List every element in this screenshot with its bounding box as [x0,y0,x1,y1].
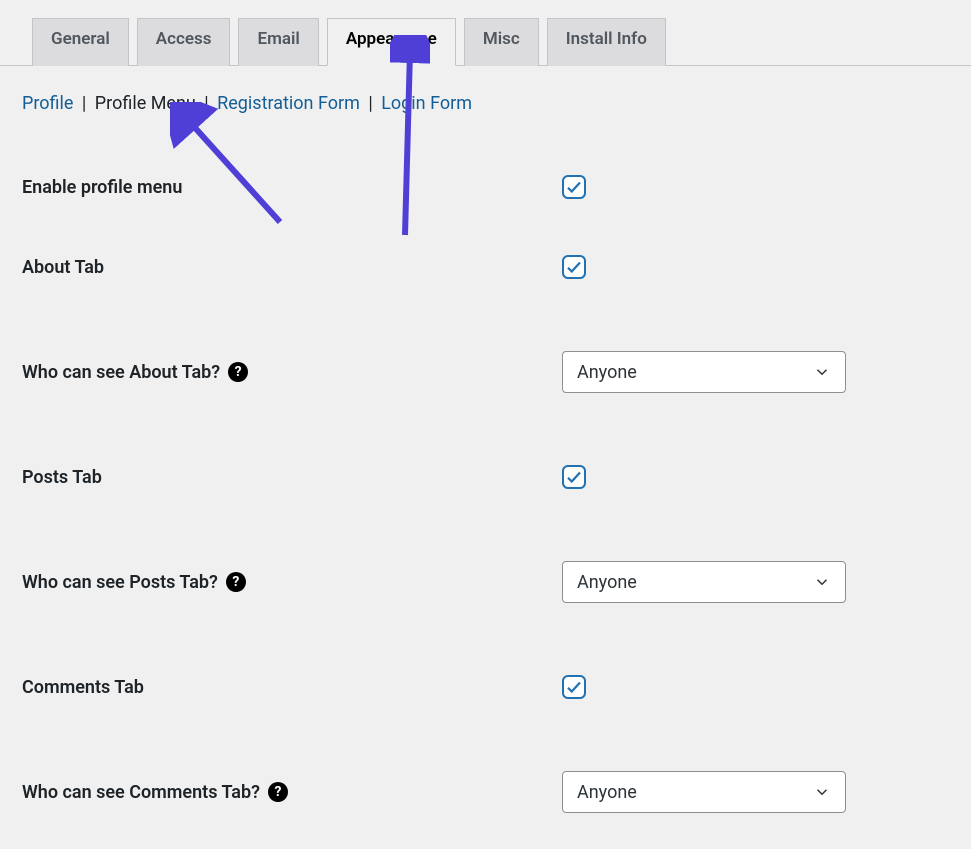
sub-navigation: Profile | Profile Menu | Registration Fo… [0,66,971,115]
check-icon [565,468,583,486]
main-tabs: General Access Email Appearance Misc Ins… [0,0,971,66]
tab-misc[interactable]: Misc [464,18,539,66]
row-who-see-about: Who can see About Tab? ? Anyone [0,315,971,429]
row-comments-tab: Comments Tab [0,639,971,735]
check-icon [565,178,583,196]
row-about-tab: About Tab [0,219,971,315]
help-icon[interactable]: ? [226,572,246,592]
who-see-about-label: Who can see About Tab? [22,362,220,383]
subnav-registration-form[interactable]: Registration Form [217,93,360,114]
who-see-posts-label: Who can see Posts Tab? [22,572,218,593]
row-posts-tab: Posts Tab [0,429,971,525]
who-see-about-value: Anyone [577,362,637,383]
subnav-profile-menu[interactable]: Profile Menu [95,93,196,114]
posts-tab-checkbox[interactable] [562,465,586,489]
separator: | [78,93,90,114]
chevron-down-icon [813,573,831,591]
who-see-posts-value: Anyone [577,572,637,593]
tab-general[interactable]: General [32,18,129,66]
chevron-down-icon [813,783,831,801]
comments-tab-checkbox[interactable] [562,675,586,699]
help-icon[interactable]: ? [228,362,248,382]
check-icon [565,678,583,696]
enable-profile-menu-label: Enable profile menu [22,177,182,198]
check-icon [565,258,583,276]
row-who-see-comments: Who can see Comments Tab? ? Anyone [0,735,971,849]
enable-profile-menu-checkbox[interactable] [562,175,586,199]
separator: | [364,93,376,114]
tab-email[interactable]: Email [238,18,318,66]
who-see-posts-select[interactable]: Anyone [562,561,846,603]
who-see-comments-label: Who can see Comments Tab? [22,782,260,803]
tab-appearance[interactable]: Appearance [327,18,456,66]
subnav-login-form[interactable]: Login Form [381,93,472,114]
settings-form: Enable profile menu About Tab Who can se… [0,155,971,849]
help-icon[interactable]: ? [268,782,288,802]
who-see-about-select[interactable]: Anyone [562,351,846,393]
posts-tab-label: Posts Tab [22,467,102,488]
tab-install-info[interactable]: Install Info [547,18,666,66]
subnav-profile[interactable]: Profile [22,93,73,114]
tab-access[interactable]: Access [137,18,231,66]
row-enable-profile-menu: Enable profile menu [0,155,971,219]
comments-tab-label: Comments Tab [22,677,144,698]
chevron-down-icon [813,363,831,381]
who-see-comments-value: Anyone [577,782,637,803]
who-see-comments-select[interactable]: Anyone [562,771,846,813]
about-tab-label: About Tab [22,257,104,278]
about-tab-checkbox[interactable] [562,255,586,279]
row-who-see-posts: Who can see Posts Tab? ? Anyone [0,525,971,639]
separator: | [200,93,212,114]
